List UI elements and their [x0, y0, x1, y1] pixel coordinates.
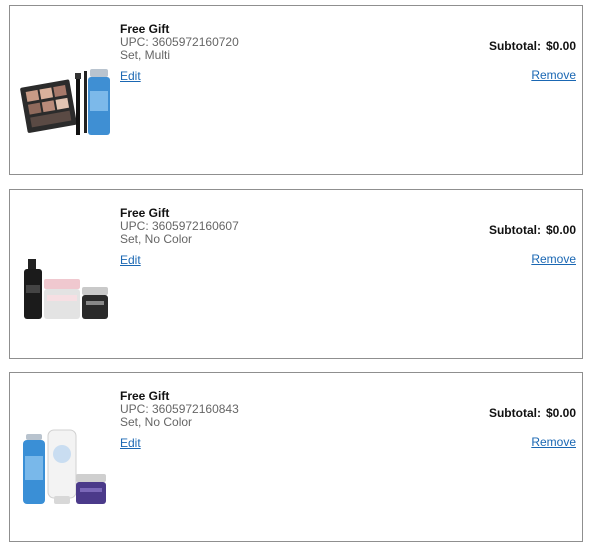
product-image[interactable]	[20, 61, 110, 141]
item-title: Free Gift	[120, 22, 170, 36]
edit-link[interactable]: Edit	[120, 253, 141, 267]
subtotal-value: $0.00	[545, 223, 576, 237]
item-title: Free Gift	[120, 389, 170, 403]
item-variant: Set, No Color	[120, 415, 193, 429]
remove-link[interactable]: Remove	[531, 435, 576, 449]
item-variant: Set, No Color	[120, 232, 193, 246]
subtotal-value: $0.00	[545, 39, 576, 53]
product-image[interactable]	[20, 428, 110, 508]
subtotal-value: $0.00	[545, 406, 576, 420]
product-image[interactable]	[20, 245, 110, 325]
subtotal-label: Subtotal:	[488, 406, 541, 420]
subtotal: Subtotal: $0.00	[489, 39, 576, 53]
subtotal: Subtotal: $0.00	[489, 223, 576, 237]
remove-link[interactable]: Remove	[531, 68, 576, 82]
cart-item: Free Gift UPC: 3605972160843 Set, No Col…	[9, 372, 583, 542]
item-variant: Set, Multi	[120, 48, 171, 62]
subtotal-label: Subtotal:	[488, 39, 541, 53]
edit-link[interactable]: Edit	[120, 436, 141, 450]
cart-item: Free Gift UPC: 3605972160720 Set, Multi …	[9, 5, 583, 175]
item-title: Free Gift	[120, 206, 170, 220]
subtotal-label: Subtotal:	[488, 223, 541, 237]
edit-link[interactable]: Edit	[120, 69, 141, 83]
subtotal: Subtotal: $0.00	[489, 406, 576, 420]
cart-item: Free Gift UPC: 3605972160607 Set, No Col…	[9, 189, 583, 359]
remove-link[interactable]: Remove	[531, 252, 576, 266]
